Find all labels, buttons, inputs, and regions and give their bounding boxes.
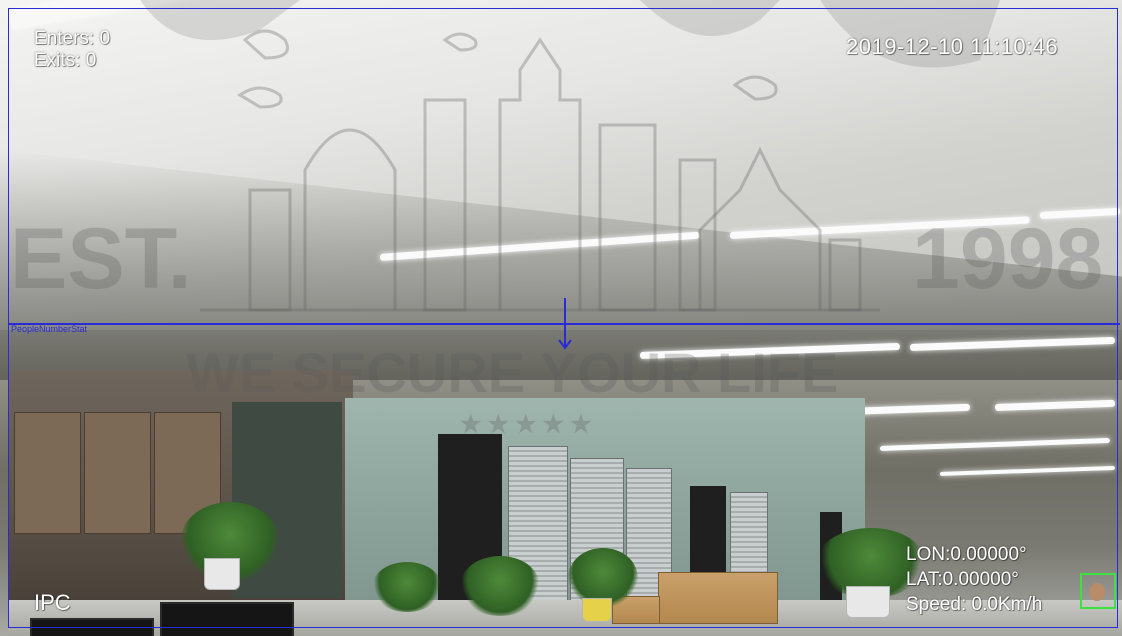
enters-count: Enters: 0 [34, 28, 111, 49]
face-detection-box [1080, 573, 1116, 609]
direction-arrow-icon [558, 298, 572, 350]
gps-longitude: LON:0.00000° [906, 544, 1027, 565]
timestamp: 2019-12-10 11:10:46 [846, 34, 1059, 59]
gps-latitude: LAT:0.00000° [906, 569, 1019, 590]
camera-video-frame: EST. 1998 WE SECURE YOUR LIFE ★★★★★ Peop… [0, 0, 1122, 636]
gps-speed: Speed: 0.0Km/h [906, 594, 1043, 615]
people-counter: Enters: 0 Exits: 0 [34, 28, 110, 72]
camera-name: IPC [34, 590, 71, 615]
gps-info: LON:0.00000° LAT:0.00000° Speed: 0.0Km/h [906, 542, 1042, 617]
exits-count: Exits: 0 [34, 50, 97, 71]
counting-line-label: PeopleNumberStat [11, 324, 88, 334]
